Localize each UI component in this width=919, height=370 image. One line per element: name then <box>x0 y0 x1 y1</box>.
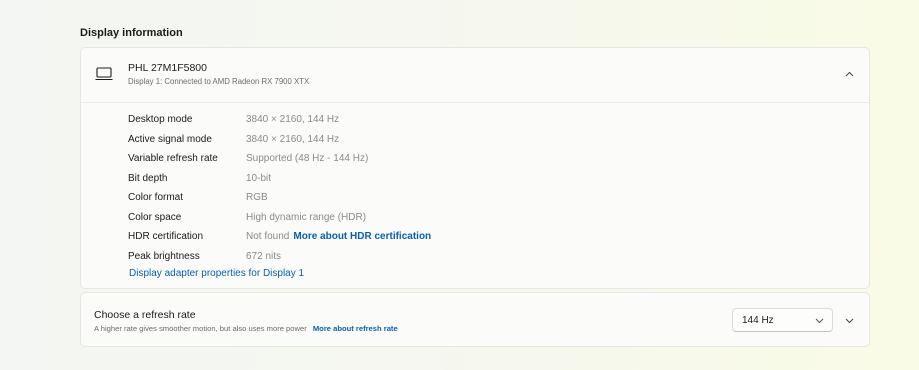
info-label: Active signal mode <box>128 133 212 145</box>
info-value: 672 nits <box>246 250 282 262</box>
info-label: Bit depth <box>128 172 168 184</box>
chevron-down-icon <box>845 318 853 324</box>
collapse-button[interactable] <box>841 66 857 82</box>
refresh-rate-title: Choose a refresh rate <box>94 309 196 321</box>
info-value: High dynamic range (HDR) <box>246 211 367 223</box>
info-label: Desktop mode <box>128 114 193 126</box>
refresh-rate-dropdown[interactable]: 144 Hz <box>732 308 833 332</box>
display-card: PHL 27M1F5800 Display 1: Connected to AM… <box>80 47 870 289</box>
refresh-rate-value: 144 Hz <box>742 315 774 326</box>
chevron-down-icon <box>815 318 824 324</box>
refresh-rate-card: Choose a refresh rate A higher rate give… <box>80 292 870 347</box>
info-label: HDR certification <box>128 231 204 243</box>
info-row-bit-depth: Bit depth 10-bit <box>128 169 431 189</box>
info-value: 3840 × 2160, 144 Hz <box>246 133 340 145</box>
info-value: Not found <box>246 231 290 243</box>
info-row-variable-refresh-rate: Variable refresh rate Supported (48 Hz -… <box>128 149 431 169</box>
info-row-color-space: Color space High dynamic range (HDR) <box>128 208 431 228</box>
info-row-active-signal-mode: Active signal mode 3840 × 2160, 144 Hz <box>128 130 431 150</box>
refresh-rate-subtitle: A higher rate gives smoother motion, but… <box>94 324 398 333</box>
display-subtitle: Display 1: Connected to AMD Radeon RX 79… <box>128 77 310 86</box>
info-value: 10-bit <box>246 172 272 184</box>
info-value: RGB <box>246 192 268 204</box>
section-title: Display information <box>80 27 183 39</box>
refresh-rate-link[interactable]: More about refresh rate <box>313 324 398 333</box>
info-row-desktop-mode: Desktop mode 3840 × 2160, 144 Hz <box>128 110 431 130</box>
display-adapter-properties-link[interactable]: Display adapter properties for Display 1 <box>129 268 304 279</box>
chevron-up-icon <box>845 71 853 77</box>
info-row-peak-brightness: Peak brightness 672 nits <box>128 247 431 267</box>
monitor-icon <box>95 67 113 81</box>
info-label: Variable refresh rate <box>128 153 218 165</box>
info-value: Supported (48 Hz - 144 Hz) <box>246 153 369 165</box>
refresh-rate-description: A higher rate gives smoother motion, but… <box>94 324 307 333</box>
display-name: PHL 27M1F5800 <box>128 62 207 74</box>
display-header[interactable]: PHL 27M1F5800 Display 1: Connected to AM… <box>81 48 869 103</box>
info-label: Peak brightness <box>128 250 200 262</box>
info-row-hdr-certification: HDR certification Not found More about H… <box>128 227 431 247</box>
info-label: Color format <box>128 192 184 204</box>
info-row-color-format: Color format RGB <box>128 188 431 208</box>
info-label: Color space <box>128 211 182 223</box>
expand-button[interactable] <box>841 313 857 329</box>
hdr-certification-link[interactable]: More about HDR certification <box>293 231 431 242</box>
display-info-list: Desktop mode 3840 × 2160, 144 Hz Active … <box>128 110 431 266</box>
info-value: 3840 × 2160, 144 Hz <box>246 114 340 126</box>
